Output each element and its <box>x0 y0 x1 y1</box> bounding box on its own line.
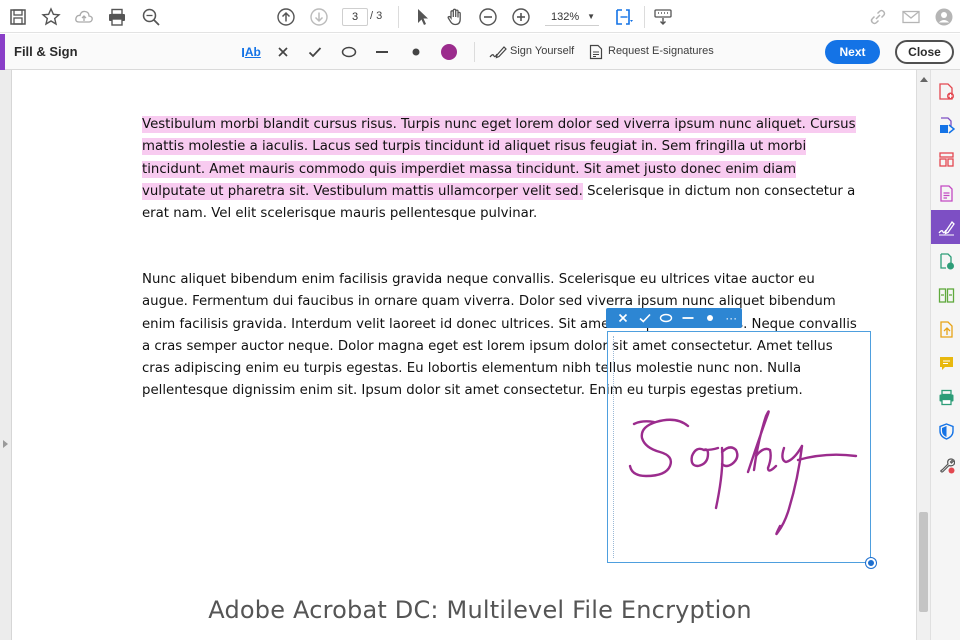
add-text-label: Ab <box>244 45 261 59</box>
hand-pan-icon[interactable] <box>443 5 467 29</box>
page-number-input[interactable]: 3 <box>342 8 368 26</box>
email-icon[interactable] <box>899 5 923 29</box>
fit-page-icon[interactable] <box>612 5 636 29</box>
send-for-signature-icon[interactable] <box>931 244 960 278</box>
paragraph-1: Vestibulum morbi blandit cursus risus. T… <box>142 114 862 225</box>
cloud-upload-icon[interactable] <box>72 5 96 29</box>
toolbar-divider <box>644 6 645 28</box>
protect-shield-icon[interactable] <box>931 414 960 448</box>
checkmark-icon <box>308 47 322 58</box>
save-icon[interactable] <box>6 5 30 29</box>
zoom-out-icon[interactable] <box>476 5 500 29</box>
line-icon <box>376 51 388 53</box>
previous-page-icon[interactable] <box>274 5 298 29</box>
dot-icon <box>412 48 420 56</box>
user-account-icon[interactable] <box>932 5 956 29</box>
comment-icon[interactable] <box>931 346 960 380</box>
page-total: / 3 <box>370 10 383 22</box>
dot-tool[interactable] <box>407 42 425 62</box>
search-zoom-icon[interactable] <box>139 5 163 29</box>
request-esignatures-button[interactable] <box>587 42 605 62</box>
vertical-scrollbar[interactable] <box>916 70 930 640</box>
left-panel-collapsed[interactable] <box>0 70 12 640</box>
chevron-down-icon: ▼ <box>587 12 595 21</box>
color-picker[interactable] <box>438 42 460 62</box>
more-options-icon[interactable]: ··· <box>720 308 742 328</box>
share-file-icon[interactable] <box>931 312 960 346</box>
fill-sign-tool-icon[interactable] <box>931 210 960 244</box>
signature-ink[interactable] <box>612 400 868 560</box>
edit-pdf-icon[interactable] <box>931 176 960 210</box>
top-toolbar: 3 / 3 132% ▼ <box>0 0 960 33</box>
select-pointer-icon[interactable] <box>410 5 434 29</box>
resize-handle[interactable] <box>866 558 876 568</box>
line-tool[interactable] <box>373 42 391 62</box>
ellipse-icon[interactable] <box>655 308 677 328</box>
next-page-icon[interactable] <box>307 5 331 29</box>
color-swatch-icon <box>441 44 457 60</box>
compare-files-icon[interactable] <box>931 278 960 312</box>
link-icon[interactable] <box>866 5 890 29</box>
ellipse-icon <box>341 46 357 58</box>
document-sign-icon <box>589 44 603 60</box>
scroll-up-arrow-icon[interactable] <box>920 77 928 82</box>
sign-yourself-button[interactable] <box>488 42 508 62</box>
right-tools-pane <box>930 70 960 640</box>
cross-icon <box>278 47 288 57</box>
line-icon[interactable] <box>677 308 699 328</box>
cross-icon[interactable] <box>612 308 634 328</box>
export-pdf-icon[interactable] <box>931 108 960 142</box>
print-production-icon[interactable] <box>931 380 960 414</box>
close-button[interactable]: Close <box>895 40 954 64</box>
create-pdf-icon[interactable] <box>931 74 960 108</box>
checkmark-tool[interactable] <box>306 42 324 62</box>
add-text-tool[interactable]: I Ab <box>240 42 262 62</box>
sign-yourself-label[interactable]: Sign Yourself <box>510 45 574 57</box>
zoom-level-value: 132% <box>551 11 580 23</box>
cross-mark-tool[interactable] <box>274 42 292 62</box>
fill-sign-toolbar: Fill & Sign I Ab Sign Yourself Request E… <box>0 34 960 70</box>
organize-pages-icon[interactable] <box>931 142 960 176</box>
expand-panel-arrow-icon[interactable] <box>3 440 8 448</box>
tool-accent-bar <box>0 34 5 70</box>
circle-tool[interactable] <box>340 42 358 62</box>
toolbar-divider <box>474 42 475 62</box>
zoom-in-icon[interactable] <box>509 5 533 29</box>
request-esignatures-label[interactable]: Request E-signatures <box>608 45 714 57</box>
checkmark-icon[interactable] <box>634 308 656 328</box>
bookmark-star-icon[interactable] <box>39 5 63 29</box>
signature-mini-toolbar: ··· <box>606 308 742 328</box>
fill-sign-title: Fill & Sign <box>14 44 78 59</box>
zoom-level-dropdown[interactable]: 132% ▼ <box>545 8 599 26</box>
dot-icon[interactable] <box>699 308 721 328</box>
image-caption: Adobe Acrobat DC: Multilevel File Encryp… <box>208 596 752 624</box>
more-tools-icon[interactable] <box>931 448 960 482</box>
print-icon[interactable] <box>105 5 129 29</box>
toolbar-divider <box>398 6 399 28</box>
pen-sign-icon <box>489 46 507 59</box>
keyboard-shortcuts-icon[interactable] <box>651 5 675 29</box>
next-button[interactable]: Next <box>825 40 880 64</box>
